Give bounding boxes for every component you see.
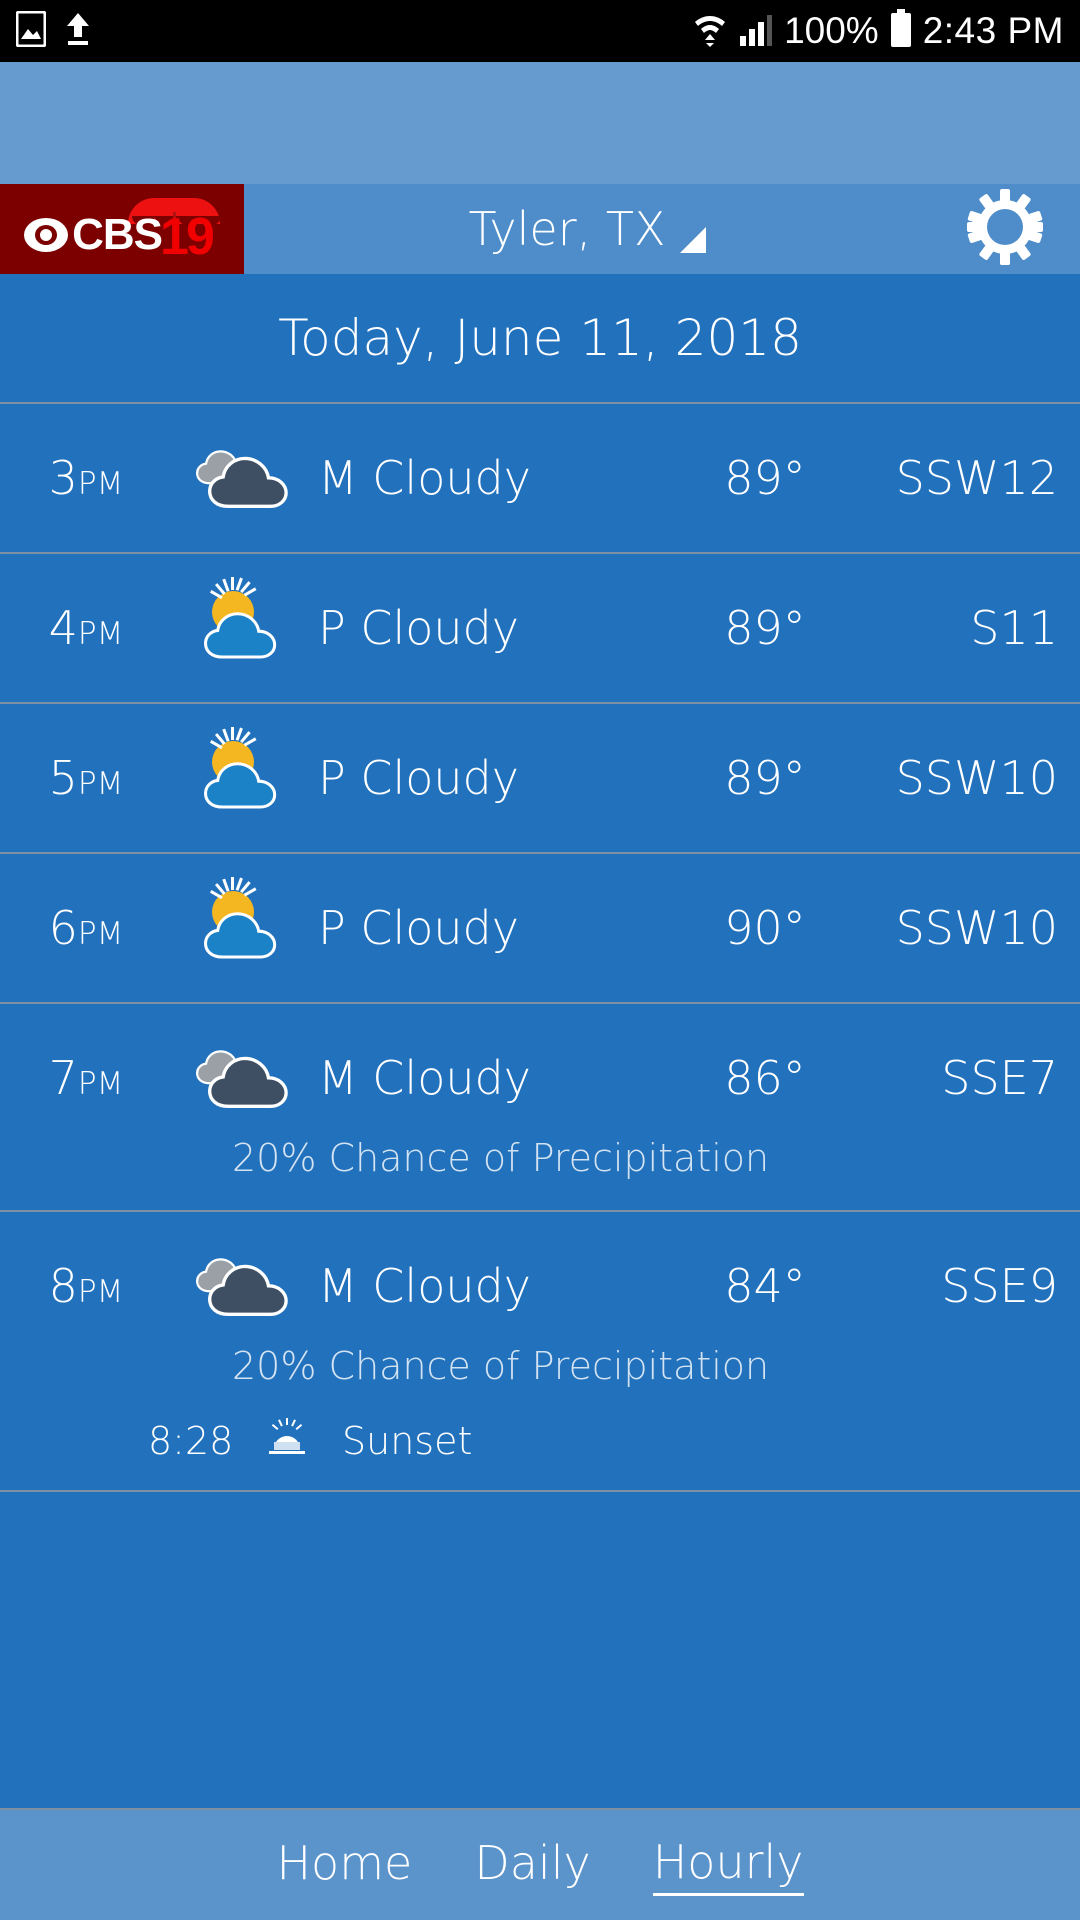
location-selector[interactable]: Tyler, TX: [244, 184, 930, 274]
sunset-label: Sunset: [342, 1419, 473, 1463]
wind-label: S11: [970, 601, 1058, 655]
hourly-row[interactable]: 6PM P Cloudy 90° SSW10: [0, 854, 1080, 1004]
temperature-label: 90°: [724, 901, 806, 955]
condition-label: M Cloudy: [318, 451, 531, 505]
battery-percent-label: 100%: [784, 10, 879, 51]
cloud-shape: [203, 911, 280, 963]
condition-label: P Cloudy: [318, 751, 519, 805]
hourly-row[interactable]: 4PM P Cloudy 89° S11: [0, 554, 1080, 704]
battery-icon: [889, 9, 913, 53]
temperature-label: 89°: [724, 751, 806, 805]
cloud-shape-front: [207, 1263, 292, 1321]
cbs-wordmark: CBS: [72, 210, 163, 259]
clock-label: 2:43 PM: [922, 10, 1064, 51]
hour-label: 3PM: [48, 451, 124, 505]
wifi-icon: [692, 10, 728, 52]
channel-number: 19: [160, 208, 215, 266]
cloud-shape: [203, 611, 280, 663]
weather-app-screen: 100% 2:43 PM CBS 19 Tyler, TX Today, Jun…: [0, 0, 1080, 1920]
upload-icon: [64, 11, 92, 51]
wind-label: SSW10: [895, 751, 1058, 805]
condition-icon-cell: [172, 877, 308, 971]
temperature-label: 86°: [724, 1051, 806, 1105]
condition-icon-cell: [172, 1243, 308, 1329]
temperature-label: 89°: [724, 451, 806, 505]
status-bar-right-icons: 100% 2:43 PM: [692, 9, 1064, 53]
precipitation-label: 20% Chance of Precipitation: [232, 1344, 770, 1388]
hourly-row[interactable]: 7PM M Cloudy 86° SSE7 20% Chance of Precipit…: [0, 1004, 1080, 1212]
nav-item-home[interactable]: Home: [276, 1836, 412, 1894]
hourly-row[interactable]: 8PM M Cloudy 84° SSE9 20% Chance of Precipit…: [0, 1212, 1080, 1492]
wind-label: SSE9: [941, 1259, 1058, 1313]
condition-icon-cell: [172, 435, 308, 521]
cloud-shape: [203, 761, 280, 813]
status-bar-left-icons: [15, 10, 92, 51]
mostly-cloudy-icon: [186, 1035, 294, 1121]
android-status-bar: 100% 2:43 PM: [0, 0, 1080, 62]
cloud-shape-front: [207, 1055, 292, 1113]
condition-label: M Cloudy: [318, 1051, 531, 1105]
mostly-cloudy-icon: [186, 435, 294, 521]
dropdown-caret-icon: [679, 227, 706, 253]
bottom-navigation: Home Daily Hourly: [0, 1808, 1080, 1920]
location-label: Tyler, TX: [468, 202, 666, 256]
temperature-label: 84°: [724, 1259, 806, 1313]
hour-label: 6PM: [48, 901, 124, 955]
condition-label: M Cloudy: [318, 1259, 531, 1313]
page-title: Today, June 11, 2018: [278, 309, 802, 367]
sunset-row: 8:28 Sunset: [0, 1418, 1080, 1490]
nav-item-daily[interactable]: Daily: [474, 1836, 590, 1894]
hourly-row[interactable]: 5PM P Cloudy 89° SSW10: [0, 704, 1080, 854]
partly-cloudy-icon: [186, 727, 294, 821]
signal-icon: [738, 10, 774, 52]
nav-item-hourly[interactable]: Hourly: [652, 1835, 804, 1896]
hour-label: 7PM: [48, 1051, 124, 1105]
partly-cloudy-icon: [186, 577, 294, 671]
hourly-forecast-list: 3PM M Cloudy 89° SSW12 4PM P Cloudy 89° S11 5PM P…: [0, 404, 1080, 1492]
hour-label: 4PM: [48, 601, 124, 655]
cloud-shape-front: [207, 455, 292, 513]
wind-label: SSW12: [895, 451, 1058, 505]
sunset-time: 8:28: [148, 1419, 234, 1463]
temperature-label: 89°: [724, 601, 806, 655]
image-icon: [15, 10, 47, 51]
gear-icon: [967, 189, 1043, 269]
condition-icon-cell: [172, 1035, 308, 1121]
settings-button[interactable]: [930, 184, 1080, 274]
cbs19-logo[interactable]: CBS 19: [0, 184, 244, 274]
mostly-cloudy-icon: [186, 1243, 294, 1329]
wind-label: SSW10: [895, 901, 1058, 955]
date-header: Today, June 11, 2018: [0, 274, 1080, 404]
hour-label: 5PM: [48, 751, 124, 805]
app-header-bar: CBS 19 Tyler, TX: [0, 184, 1080, 274]
precipitation-label: 20% Chance of Precipitation: [232, 1136, 770, 1180]
cbs-eye-icon: [24, 218, 69, 252]
sunset-icon: [260, 1418, 314, 1464]
top-spacer-band: [0, 62, 1080, 184]
condition-icon-cell: [172, 577, 308, 671]
condition-label: P Cloudy: [318, 901, 519, 955]
wind-label: SSE7: [941, 1051, 1058, 1105]
hourly-row[interactable]: 3PM M Cloudy 89° SSW12: [0, 404, 1080, 554]
condition-label: P Cloudy: [318, 601, 519, 655]
hour-label: 8PM: [48, 1259, 124, 1313]
condition-icon-cell: [172, 727, 308, 821]
partly-cloudy-icon: [186, 877, 294, 971]
